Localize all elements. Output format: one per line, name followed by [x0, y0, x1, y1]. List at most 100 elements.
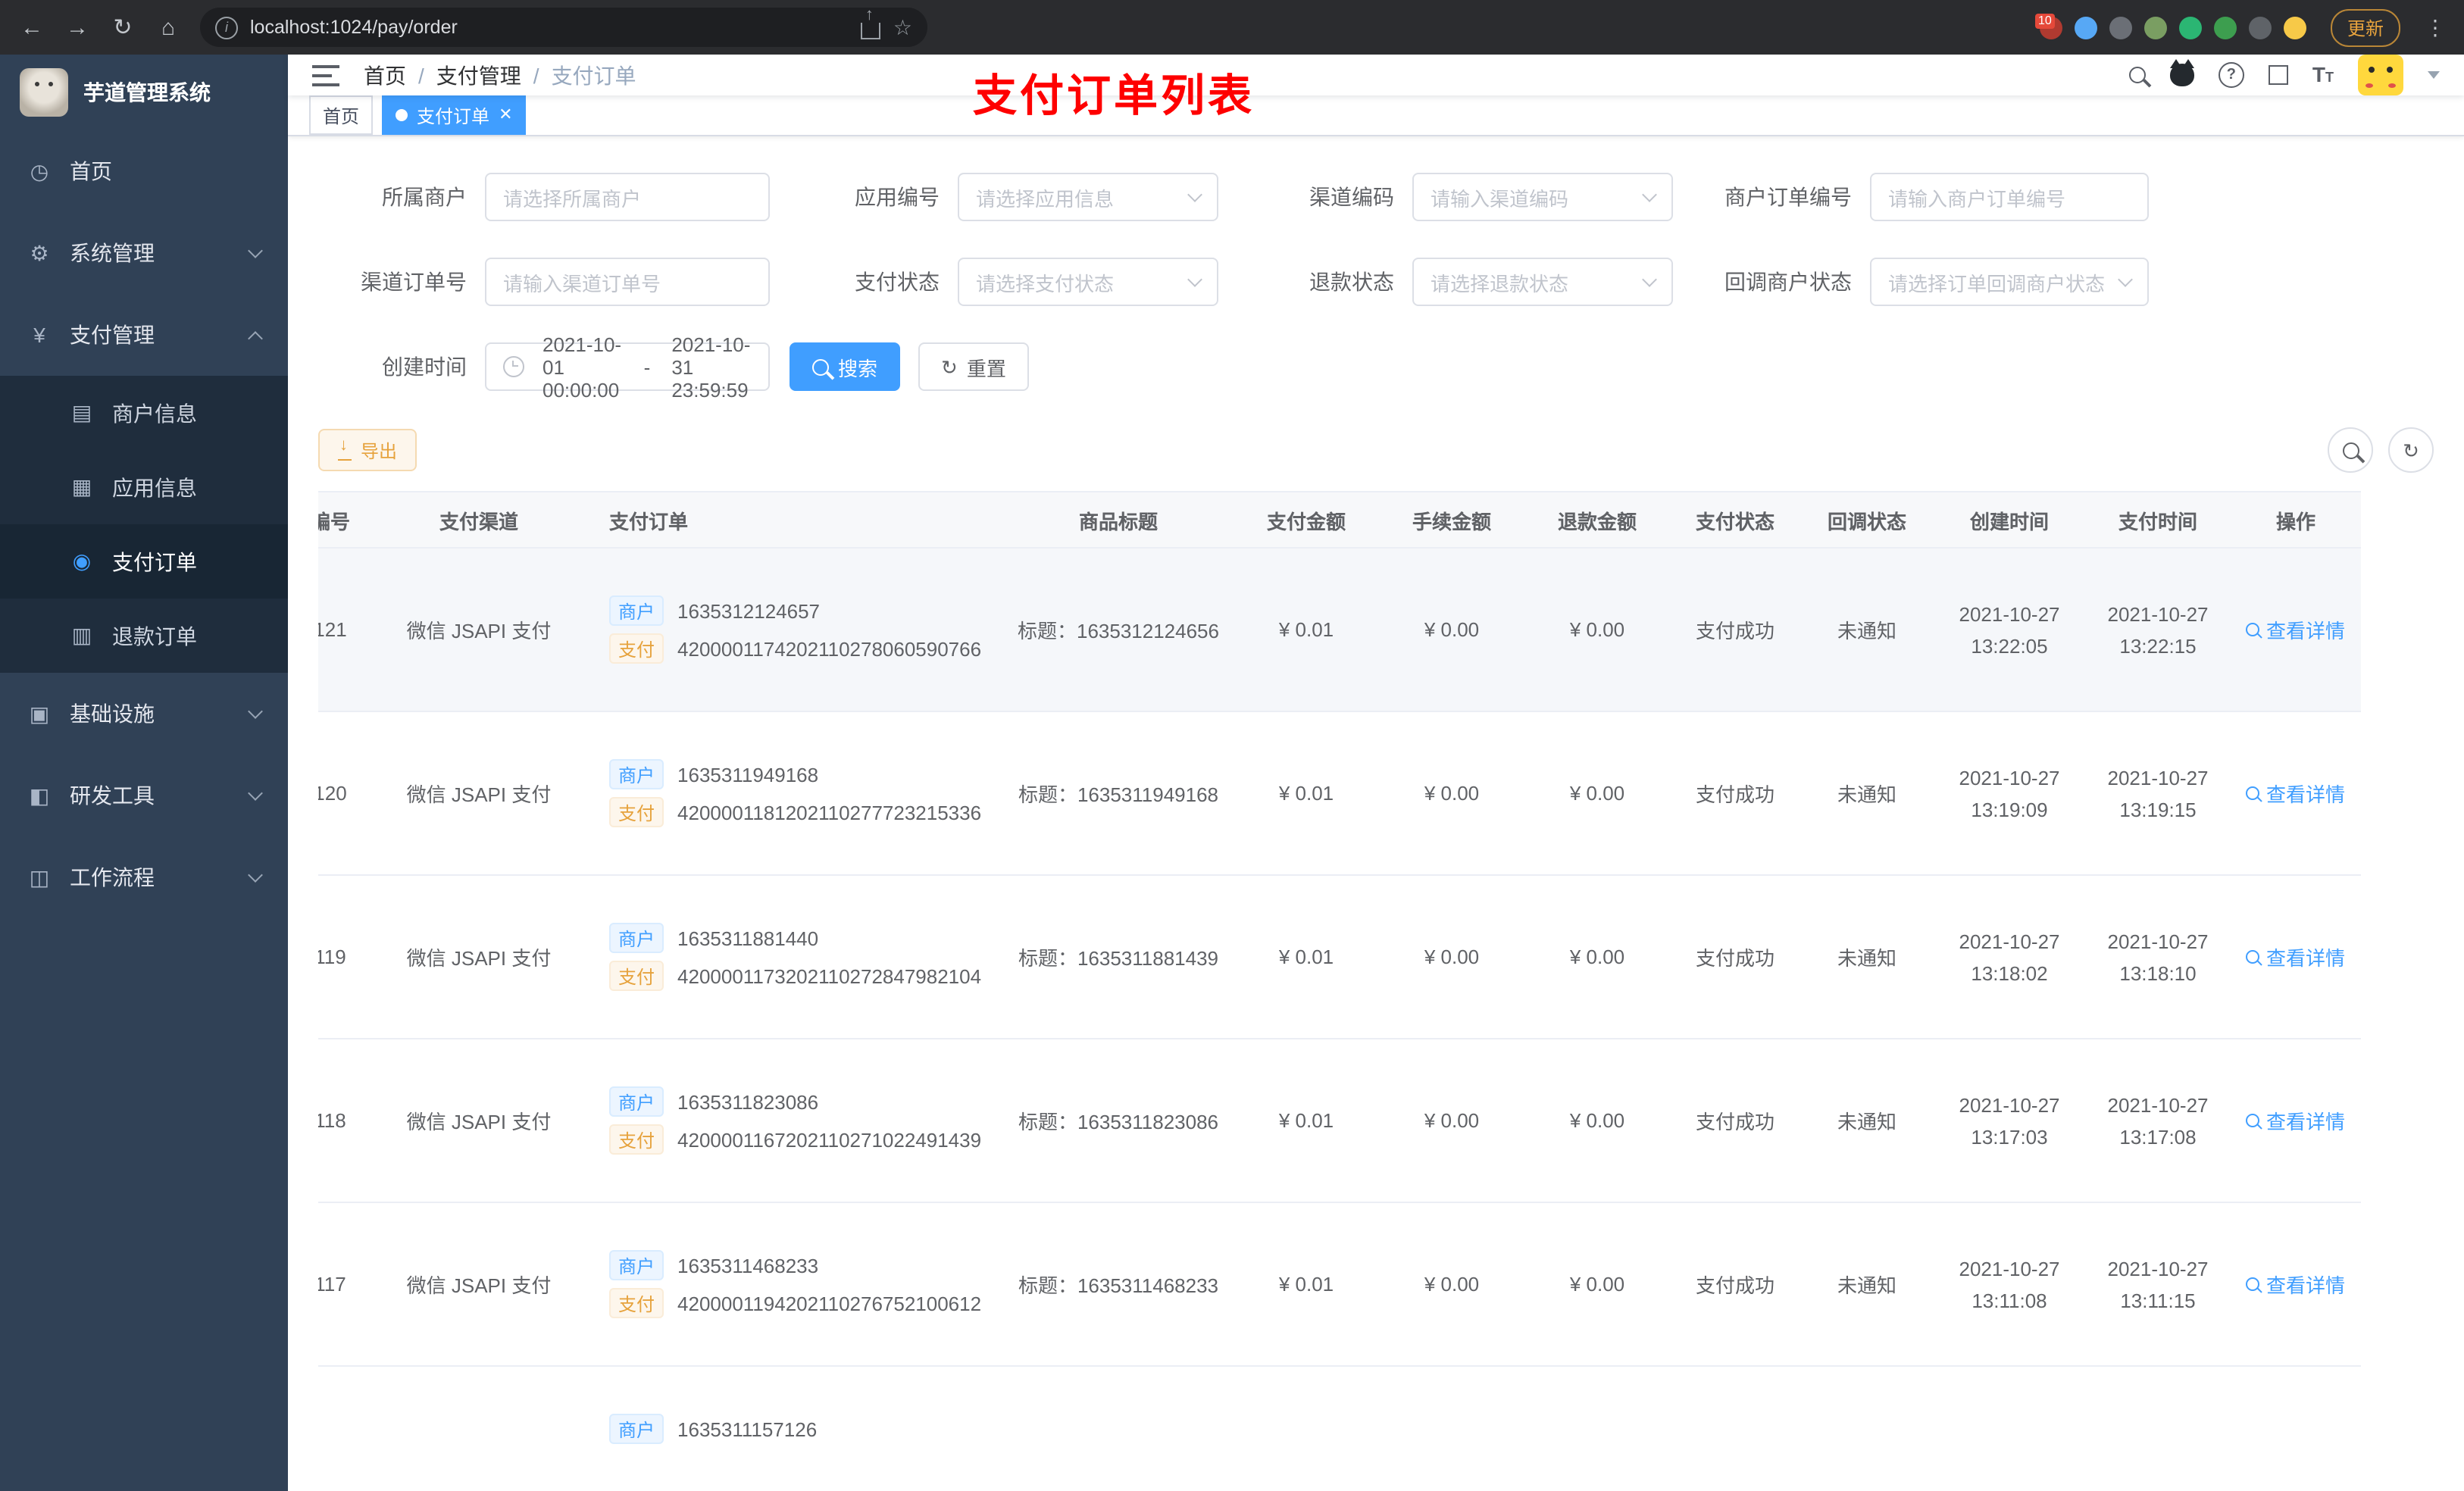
sidebar-item-merchant-info[interactable]: ▤ 商户信息: [0, 376, 288, 450]
merchant-order-no-input[interactable]: 请输入商户订单编号: [1870, 173, 2149, 221]
reset-button[interactable]: ↻ 重置: [918, 342, 1029, 391]
extension-icon-green-check[interactable]: [2178, 16, 2202, 39]
chevron-down-icon: [1642, 187, 1657, 202]
cell-order: 商户 1635311881440 支付 42000011732021102728…: [594, 875, 1003, 1039]
date-start[interactable]: 2021-10-01 00:00:00: [543, 333, 623, 401]
sidebar-item-infra[interactable]: ▣ 基础设施: [0, 673, 288, 755]
back-icon[interactable]: ←: [12, 8, 52, 47]
viewport: ← → ↻ ⌂ i localhost:1024/pay/order ☆ 10 …: [0, 0, 2464, 1491]
filter-row-3: 创建时间 2021-10-01 00:00:00 - 2021-10-31 23…: [318, 333, 2434, 401]
cell-notify: 未通知: [1800, 1039, 1934, 1203]
share-icon[interactable]: [861, 8, 881, 39]
order-id: 117: [318, 1273, 346, 1296]
sidebar-toggle-icon[interactable]: [312, 64, 339, 86]
breadcrumb-home[interactable]: 首页: [364, 60, 406, 90]
navbar: 首页 / 支付管理 / 支付订单 支付订单列表 ? TT: [288, 55, 2464, 121]
channel-order-no-input[interactable]: 请输入渠道订单号: [485, 258, 770, 306]
export-button[interactable]: 导出: [318, 429, 417, 471]
cell-action: 查看详情: [2231, 1366, 2361, 1491]
merchant-no: 1635311468233: [677, 1254, 819, 1277]
cell-pay-time: 2021-10-27 13:18:10: [2085, 875, 2231, 1039]
view-detail-link[interactable]: 查看详情: [2246, 1270, 2345, 1299]
view-detail-link[interactable]: 查看详情: [2246, 1106, 2345, 1135]
channel: 微信 JSAPI 支付: [406, 1274, 552, 1297]
sidebar-item-devtools[interactable]: ◧ 研发工具: [0, 755, 288, 836]
sidebar-item-pay-order[interactable]: ◉ 支付订单: [0, 524, 288, 599]
font-size-icon[interactable]: TT: [2312, 63, 2334, 87]
sidebar-item-home[interactable]: ◷ 首页: [0, 130, 288, 212]
date-end[interactable]: 2021-10-31 23:59:59: [671, 333, 752, 401]
caret-down-icon[interactable]: [2428, 71, 2440, 79]
extension-icon-dark-circle[interactable]: [2109, 16, 2132, 39]
sidebar-logo[interactable]: 芋道管理系统: [0, 55, 288, 130]
view-detail-link[interactable]: 查看详情: [2246, 779, 2345, 808]
pay-status-select[interactable]: 请选择支付状态: [958, 258, 1218, 306]
fullscreen-icon[interactable]: [2268, 65, 2288, 85]
update-button[interactable]: 更新: [2330, 8, 2400, 46]
tab-pay-order[interactable]: 支付订单 ✕: [382, 95, 527, 135]
github-icon[interactable]: [2169, 59, 2194, 86]
breadcrumb-payment[interactable]: 支付管理: [436, 60, 521, 90]
cell-channel: [364, 1366, 594, 1491]
search-icon[interactable]: [2128, 67, 2146, 83]
pay-no: 4200001167202110271022491439: [677, 1128, 982, 1151]
app-id-select[interactable]: 请选择应用信息: [958, 173, 1218, 221]
view-detail-link[interactable]: 查看详情: [2246, 615, 2345, 644]
extension-icon-dark-pin[interactable]: [2248, 16, 2272, 39]
refresh-button[interactable]: ↻: [2388, 427, 2434, 473]
merchant-input[interactable]: 请选择所属商户: [485, 173, 770, 221]
bookmark-star-icon[interactable]: ☆: [893, 14, 912, 40]
search-button[interactable]: 搜索: [790, 342, 901, 391]
chevron-down-icon: [1187, 187, 1202, 202]
extension-icon-green-chat[interactable]: [2213, 16, 2237, 39]
tab-home[interactable]: 首页: [309, 95, 374, 135]
url-text[interactable]: localhost:1024/pay/order: [250, 17, 849, 38]
sidebar-item-refund-order[interactable]: ▥ 退款订单: [0, 599, 288, 673]
refund-status-select[interactable]: 请选择退款状态: [1412, 258, 1673, 306]
extension-icon-olive-circle[interactable]: [2143, 16, 2167, 39]
main-area: 首页 / 支付管理 / 支付订单 支付订单列表 ? TT 首页 支付订单 ✕ 所…: [288, 55, 2464, 1491]
view-detail-link[interactable]: 查看详情: [2246, 942, 2345, 971]
cell-order: 商户 1635311468233 支付 42000011942021102767…: [594, 1202, 1003, 1367]
browser-menu-icon[interactable]: ⋮: [2419, 14, 2452, 40]
reload-icon[interactable]: ↻: [103, 8, 142, 47]
close-icon[interactable]: ✕: [499, 106, 512, 123]
pay-tag: 支付: [609, 633, 664, 664]
address-bar[interactable]: i localhost:1024/pay/order ☆: [200, 8, 927, 47]
avatar[interactable]: [2358, 55, 2403, 95]
extension-icon-blue-drop[interactable]: [2074, 16, 2097, 39]
extension-icon-red-badge[interactable]: 10: [2034, 13, 2062, 39]
browser-toolbar: ← → ↻ ⌂ i localhost:1024/pay/order ☆ 10 …: [0, 0, 2464, 55]
sidebar-item-payment[interactable]: ¥ 支付管理: [0, 294, 288, 376]
cell-status: 支付成功: [1670, 1202, 1800, 1367]
col-action: 操作: [2231, 491, 2361, 549]
merchant-tag: 商户: [609, 759, 664, 789]
search-toggle-button[interactable]: [2328, 427, 2373, 473]
home-icon[interactable]: ⌂: [149, 8, 188, 47]
sidebar-item-app-info[interactable]: ▦ 应用信息: [0, 450, 288, 524]
refund-icon: ▥: [71, 623, 92, 647]
cell-id: 118: [318, 1039, 364, 1203]
channel: 微信 JSAPI 支付: [406, 620, 552, 642]
cell-create-time: 2021-10-27 13:18:02: [1934, 875, 2085, 1039]
extension-icon-yellow-face[interactable]: [2283, 16, 2306, 39]
notify-status-select[interactable]: 请选择订单回调商户状态: [1870, 258, 2149, 306]
cell-title: 标题：1635311881439: [1003, 875, 1234, 1039]
gear-icon: ⚙: [30, 240, 49, 264]
site-info-icon[interactable]: i: [215, 16, 238, 39]
table-header-row: 编号 支付渠道 支付订单 商品标题 支付金额 手续金额 退款金额 支付状态 回调…: [318, 491, 2361, 549]
sidebar-item-system[interactable]: ⚙ 系统管理: [0, 212, 288, 294]
date-range-picker[interactable]: 2021-10-01 00:00:00 - 2021-10-31 23:59:5…: [485, 333, 770, 401]
cell-pay-time: 2021-10-27 13:11:15: [2085, 1202, 2231, 1367]
cell-title: [1003, 1366, 1234, 1491]
channel-code-select[interactable]: 请输入渠道编码: [1412, 173, 1673, 221]
product-title: 标题：1635312124656: [1018, 620, 1219, 642]
cell-amount: ¥ 0.01: [1234, 875, 1379, 1039]
chevron-down-icon: [1187, 272, 1202, 287]
sidebar-item-workflow[interactable]: ◫ 工作流程: [0, 836, 288, 918]
col-order: 支付订单: [594, 491, 1003, 549]
pay-tag: 支付: [609, 961, 664, 991]
forward-icon[interactable]: →: [58, 8, 97, 47]
merchant-no: 1635312124657: [677, 599, 821, 622]
help-icon[interactable]: ?: [2218, 62, 2244, 88]
